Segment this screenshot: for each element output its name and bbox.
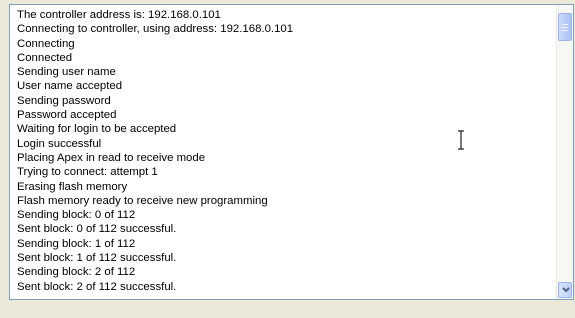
- scrollbar-thumb[interactable]: [558, 13, 572, 41]
- log-textbox[interactable]: The controller address is: 192.168.0.101…: [9, 4, 574, 300]
- log-line: Flash memory ready to receive new progra…: [17, 194, 268, 207]
- log-line: Sending block: 1 of 112: [17, 237, 136, 250]
- log-line: Connecting: [17, 37, 75, 50]
- log-line: Login successful: [17, 137, 102, 150]
- log-line: Waiting for login to be accepted: [17, 123, 177, 136]
- log-line: Sent block: 1 of 112 successful.: [17, 252, 177, 265]
- log-line: User name accepted: [17, 80, 123, 93]
- grip-line: [562, 27, 568, 28]
- log-line: Sent block: 0 of 112 successful.: [17, 223, 177, 236]
- log-line: Erasing flash memory: [17, 180, 128, 193]
- chevron-down-icon: [562, 287, 570, 293]
- grip-line: [562, 24, 568, 25]
- log-line: Placing Apex in read to receive mode: [17, 151, 206, 164]
- vertical-scrollbar[interactable]: [556, 5, 573, 299]
- grip-line: [562, 30, 568, 31]
- log-line: The controller address is: 192.168.0.101: [17, 9, 221, 21]
- log-line: Connected: [17, 51, 73, 64]
- log-line: Connecting to controller, using address:…: [17, 23, 294, 36]
- log-text-area[interactable]: The controller address is: 192.168.0.101…: [10, 5, 559, 299]
- log-line: Sending block: 2 of 112: [17, 266, 136, 279]
- log-line: Sending block: 0 of 112: [17, 209, 136, 222]
- log-line: Sending password: [17, 94, 111, 107]
- log-line: Password accepted: [17, 109, 117, 122]
- log-line: Sending user name: [17, 66, 116, 79]
- text-cursor-icon: [455, 130, 467, 155]
- window-footer: [0, 302, 575, 318]
- scroll-down-button[interactable]: [558, 282, 572, 298]
- log-line: Trying to connect: attempt 1: [17, 166, 158, 179]
- log-line: Sent block: 2 of 112 successful.: [17, 280, 177, 293]
